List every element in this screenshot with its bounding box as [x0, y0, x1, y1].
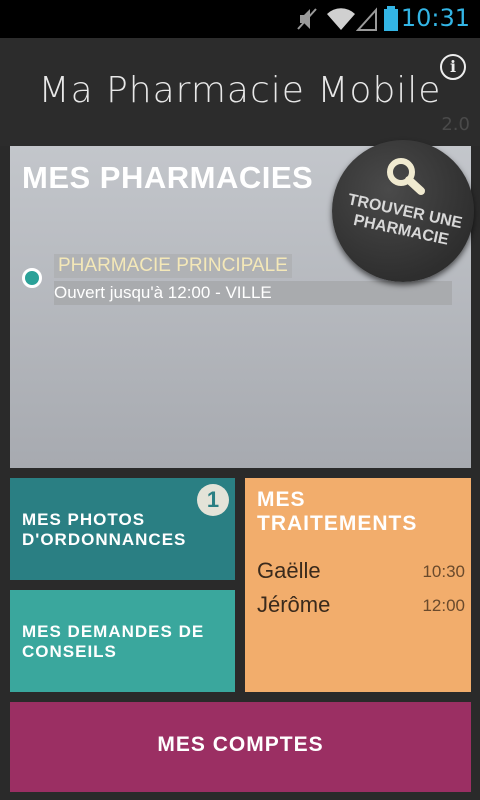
treatment-person: Jérôme	[257, 592, 331, 617]
status-bar: 10:31	[0, 0, 480, 38]
find-pharmacy-label: TROUVER UNE PHARMACIE	[346, 191, 464, 249]
search-icon	[387, 158, 425, 195]
app-version: 2.0	[441, 114, 470, 135]
demandes-conseils-label: MES DEMANDES DE CONSEILS	[22, 622, 205, 661]
treatment-row[interactable]: Gaëlle 10:30	[257, 558, 465, 588]
app-title: Ma Pharmacie Mobile	[38, 70, 442, 111]
comptes-tile[interactable]: MES COMPTES	[10, 702, 471, 792]
photos-ordonnances-tile[interactable]: MES PHOTOS D'ORDONNANCES 1	[10, 478, 235, 580]
photos-ordonnances-label: MES PHOTOS D'ORDONNANCES	[22, 510, 187, 549]
treatment-row[interactable]: Jérôme 12:00	[257, 592, 465, 622]
pharmacy-radio[interactable]	[22, 268, 42, 288]
treatment-time: 12:00	[422, 596, 465, 615]
status-time: 10:31	[400, 4, 470, 32]
pharmacies-title: MES PHARMACIES	[22, 160, 314, 195]
treatment-person: Gaëlle	[257, 558, 321, 583]
info-icon[interactable]: i	[440, 54, 466, 80]
signal-icon	[356, 7, 377, 31]
pharmacy-name: PHARMACIE PRINCIPALE	[54, 254, 292, 278]
demandes-conseils-tile[interactable]: MES DEMANDES DE CONSEILS	[10, 590, 235, 692]
pharmacy-hours: Ouvert jusqu'à 12:00 - VILLE	[54, 281, 452, 305]
app-header: Ma Pharmacie Mobile i 2.0	[0, 38, 480, 146]
treatment-time: 10:30	[422, 562, 465, 581]
find-pharmacy-button[interactable]: TROUVER UNE PHARMACIE	[332, 140, 474, 282]
wifi-icon	[327, 8, 355, 30]
traitements-tile[interactable]: MES TRAITEMENTS Gaëlle 10:30 Jérôme 12:0…	[245, 478, 471, 692]
notification-badge: 1	[197, 484, 229, 516]
battery-icon	[384, 6, 398, 31]
traitements-label: MES TRAITEMENTS	[257, 488, 418, 535]
comptes-label: MES COMPTES	[157, 733, 324, 756]
mute-icon	[297, 8, 317, 30]
